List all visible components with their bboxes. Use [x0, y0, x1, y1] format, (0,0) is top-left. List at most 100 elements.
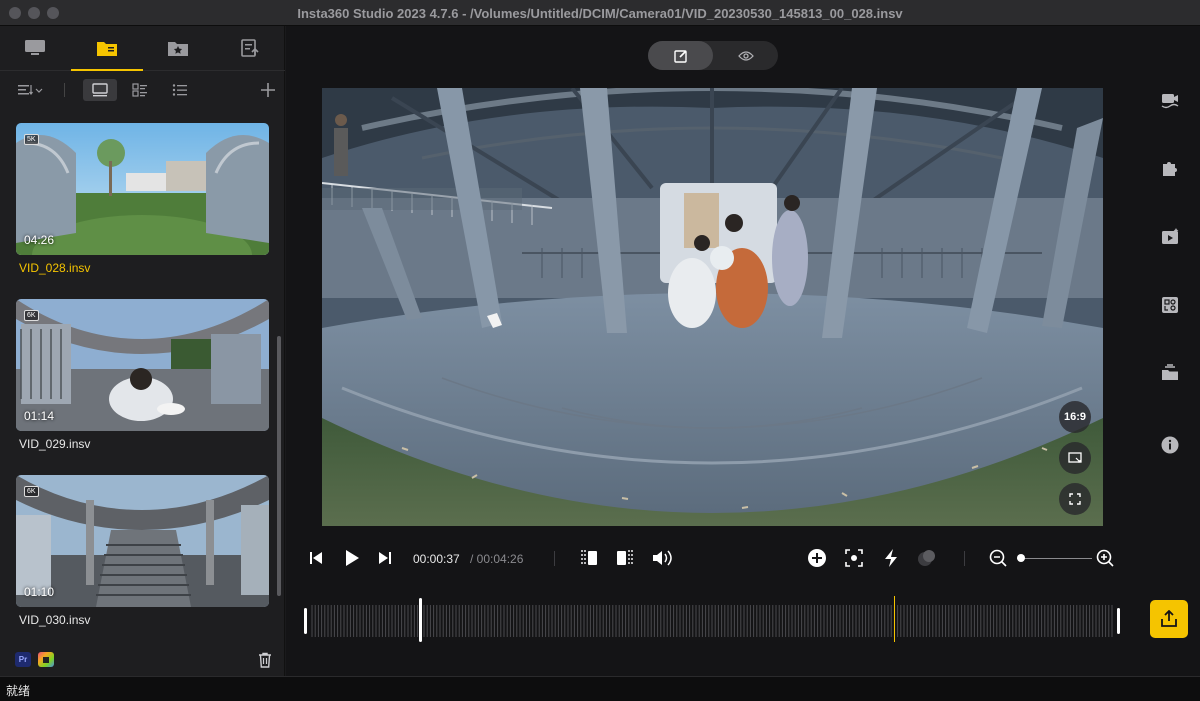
trim-end-button[interactable] [614, 547, 636, 569]
edit-mode-button[interactable] [648, 41, 713, 70]
window-title: Insta360 Studio 2023 4.7.6 - /Volumes/Un… [297, 6, 903, 21]
playhead[interactable] [894, 596, 896, 642]
templates-button[interactable] [1156, 359, 1184, 387]
sidebar-footer: Pr [0, 644, 285, 676]
delete-button[interactable] [256, 651, 274, 669]
target-track-icon [845, 549, 863, 567]
crop-frame-icon [1068, 452, 1082, 463]
tab-favorites[interactable] [163, 36, 193, 60]
export-button[interactable] [1150, 600, 1188, 638]
view-grid-button[interactable] [126, 79, 154, 101]
sort-button[interactable] [14, 79, 46, 101]
volume-button[interactable] [651, 547, 675, 569]
final-cut-export-button[interactable] [38, 652, 54, 667]
trim-start-button[interactable] [578, 547, 600, 569]
camera-motion-icon [1161, 94, 1179, 109]
trim-end-icon [617, 550, 633, 566]
trash-icon [259, 652, 271, 668]
add-media-button[interactable] [256, 79, 280, 101]
duration-label: 04:26 [24, 233, 55, 247]
thumbnail-scrollbar[interactable] [277, 336, 281, 596]
trim-end-handle[interactable] [1117, 608, 1120, 634]
logo-watermark-button[interactable] [1156, 291, 1184, 319]
trim-start-icon [581, 550, 597, 566]
zoom-slider-track[interactable] [1017, 558, 1092, 559]
plus-circle-icon [808, 549, 826, 567]
mode-toggle [648, 41, 778, 70]
trim-start-handle[interactable] [304, 608, 307, 634]
list-icon [172, 84, 187, 96]
sort-icon [18, 85, 43, 95]
edit-icon [673, 49, 687, 63]
zoom-in-icon [1096, 549, 1114, 567]
monitor-icon [25, 40, 45, 55]
thumbnail-card[interactable]: 6K 01:10 [16, 475, 269, 607]
video-frame-image [322, 88, 1103, 526]
puzzle-icon [1163, 162, 1177, 176]
view-large-button[interactable] [83, 79, 117, 101]
editor-main: 16:9 00:00:37 / 00:04:26 [286, 26, 1200, 676]
thumbnail-filename[interactable]: VID_029.insv [19, 437, 90, 451]
total-duration: / 00:04:26 [470, 552, 524, 566]
play-button[interactable] [341, 547, 363, 569]
view-list-button[interactable] [166, 79, 194, 101]
ai-edit-button[interactable] [880, 547, 902, 569]
timeline-ticks [311, 605, 1113, 637]
volume-icon [653, 550, 672, 566]
resolution-badge: 6K [24, 486, 39, 497]
skip-end-icon [379, 552, 391, 564]
plugins-button[interactable] [1156, 154, 1184, 182]
duration-label: 01:10 [24, 585, 55, 599]
premiere-export-button[interactable]: Pr [15, 652, 31, 667]
thumbnail-list: 5K 04:26 VID_028.insv 6K 01:14 VID_029.i… [0, 110, 276, 650]
tab-local-files[interactable] [92, 36, 122, 60]
info-button[interactable] [1156, 431, 1184, 459]
timeline-track[interactable] [304, 596, 1124, 646]
star-folder-icon [168, 42, 188, 56]
export-icon [1161, 610, 1177, 627]
folder-stack-icon [1162, 364, 1178, 380]
play-icon [346, 550, 359, 566]
status-text: 就绪 [6, 684, 31, 698]
folder-icon [97, 42, 117, 56]
record-toggle-button[interactable] [916, 547, 938, 569]
aspect-ratio-button[interactable]: 16:9 [1059, 401, 1091, 433]
large-thumbnail-icon [92, 83, 108, 97]
clip-effects-button[interactable] [1156, 223, 1184, 251]
timeline-marker[interactable] [419, 598, 422, 642]
zoom-out-icon [989, 549, 1007, 567]
zoom-out-button[interactable] [987, 547, 1009, 569]
logo-icon [1162, 297, 1178, 313]
thumbnail-filename[interactable]: VID_030.insv [19, 613, 90, 627]
video-preview[interactable]: 16:9 [322, 88, 1103, 526]
viewfinder-button[interactable] [1059, 442, 1091, 474]
controls-divider [964, 551, 965, 566]
export-list-icon [241, 39, 259, 57]
thumbnail-card[interactable]: 6K 01:14 [16, 299, 269, 431]
fullscreen-button[interactable] [1059, 483, 1091, 515]
aspect-ratio-label: 16:9 [1063, 411, 1087, 423]
skip-to-start-button[interactable] [306, 547, 326, 569]
zoom-slider-handle[interactable] [1016, 554, 1025, 562]
camera-motion-button[interactable] [1156, 86, 1184, 114]
current-time: 00:00:37 [413, 552, 460, 566]
preview-mode-button[interactable] [713, 41, 778, 70]
add-keyframe-button[interactable] [806, 547, 828, 569]
info-icon [1161, 436, 1179, 454]
skip-start-icon [310, 552, 322, 564]
premiere-icon: Pr [18, 655, 28, 664]
active-tab-indicator [71, 69, 143, 71]
skip-to-end-button[interactable] [375, 547, 395, 569]
video-effects-icon [1162, 228, 1179, 244]
playback-controls: 00:00:37 / 00:04:26 [286, 542, 1200, 574]
tab-camera-files[interactable] [20, 36, 50, 60]
sidebar-tabs [0, 26, 285, 71]
tab-export-list[interactable] [235, 36, 265, 60]
thumbnail-card[interactable]: 5K 04:26 [16, 123, 269, 255]
duration-label: 01:14 [24, 409, 55, 423]
status-bar: 就绪 [0, 676, 1200, 701]
deep-track-button[interactable] [843, 547, 865, 569]
zoom-in-button[interactable] [1094, 547, 1116, 569]
toolbar-divider [64, 83, 65, 97]
thumbnail-filename[interactable]: VID_028.insv [19, 261, 90, 275]
